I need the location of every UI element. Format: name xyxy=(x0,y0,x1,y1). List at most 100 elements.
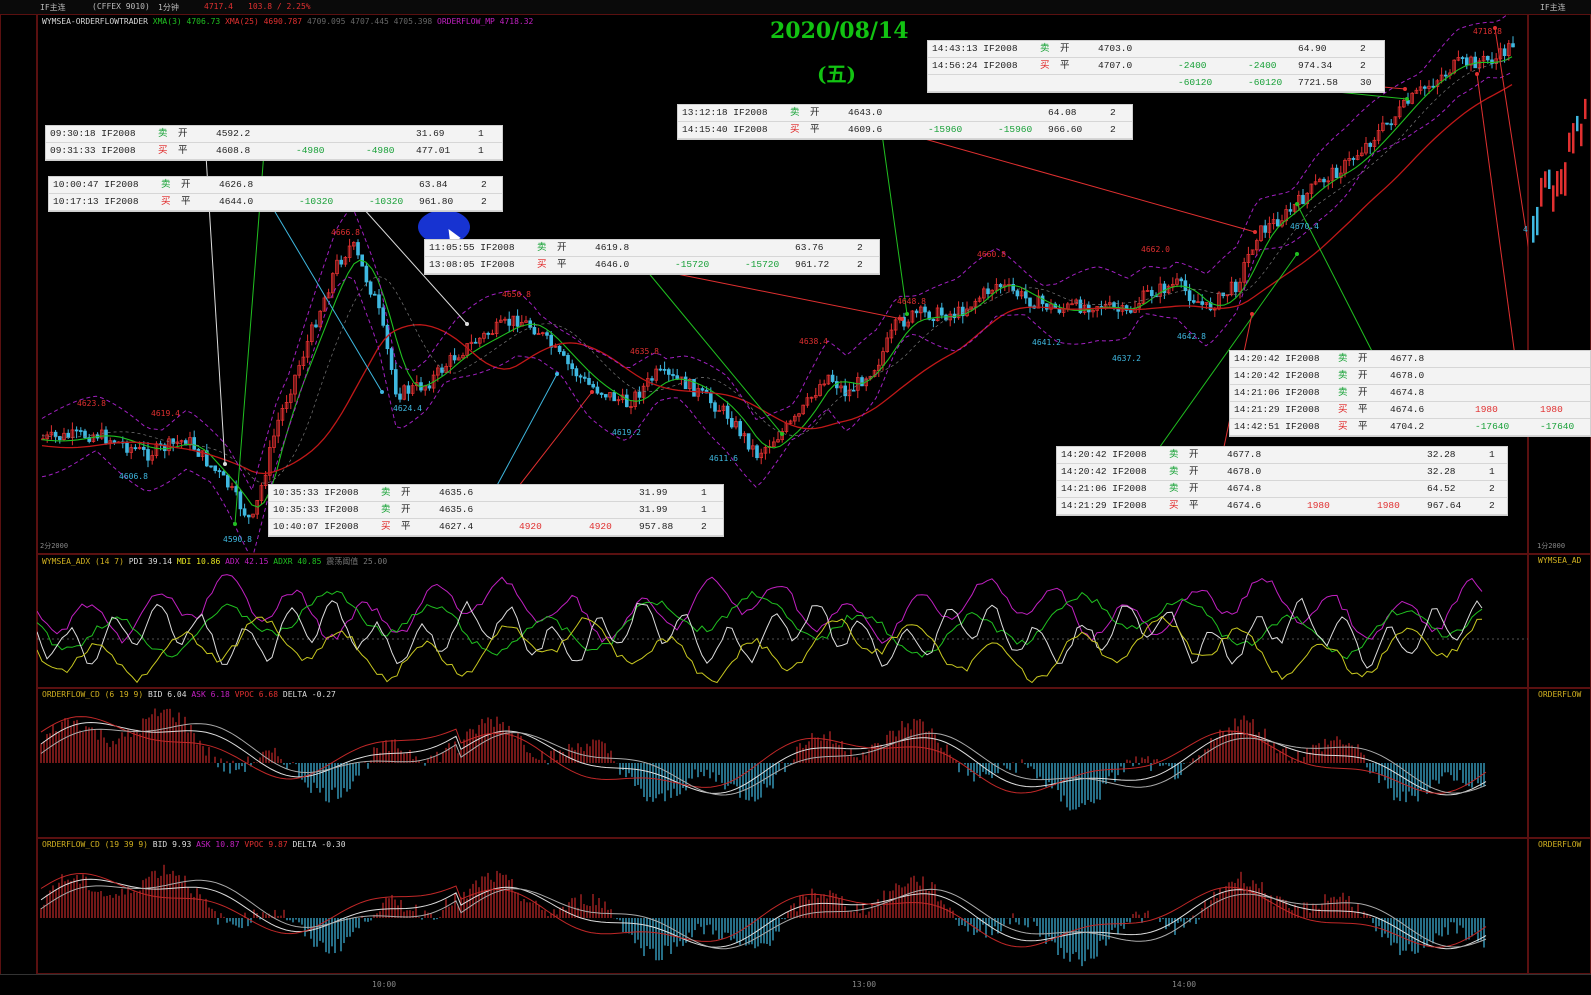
right-adx-pane[interactable] xyxy=(1528,554,1591,688)
mini-candle xyxy=(1572,123,1575,154)
trade-side: 买 xyxy=(1338,421,1348,432)
trade-arrow-head xyxy=(555,372,559,376)
trade-qty: 2 xyxy=(1489,500,1495,511)
candle-body xyxy=(79,430,83,432)
candle-body xyxy=(1179,278,1184,282)
period-select[interactable]: 1分钟 xyxy=(158,2,179,13)
candle-body xyxy=(986,288,990,295)
candle-body xyxy=(238,491,243,510)
symbol-label[interactable]: IF主连 xyxy=(40,2,66,13)
trade-val: 477.01 xyxy=(416,145,451,156)
adx-chart[interactable] xyxy=(37,554,1528,688)
trade-price: 4674.6 xyxy=(1390,404,1425,415)
trade-time: 10:35:33 IF2008 xyxy=(273,504,359,515)
trade-val: 63.76 xyxy=(795,242,824,253)
trade-pnl2: 1980 xyxy=(1377,500,1400,511)
candle-body xyxy=(1511,43,1515,48)
trade-row: 14:15:40 IF2008 买平 4609.6 -15960 -15960 966.6… xyxy=(678,122,1132,139)
candle-body xyxy=(427,385,432,389)
candle-body xyxy=(1045,303,1049,310)
right-orderflow-pane-2[interactable] xyxy=(1528,838,1591,974)
trade-act: 开 xyxy=(1189,466,1199,477)
mini-candle xyxy=(1552,185,1555,212)
candle-body xyxy=(125,442,129,453)
trade-pnl2: -4980 xyxy=(366,145,395,156)
trade-row: 14:21:29 IF2008 买平 4674.6 1980 1980 xyxy=(1230,402,1590,419)
trade-price: 4626.8 xyxy=(219,179,254,190)
candle-body xyxy=(196,448,201,457)
chart-toolbar: IF主连 (CFFEX 9010) 1分钟 4717.4 103.8 / 2.2… xyxy=(0,0,1591,15)
trade-price: 4609.6 xyxy=(848,124,883,135)
trade-qty: 2 xyxy=(857,242,863,253)
trade-time: 14:21:29 IF2008 xyxy=(1234,404,1320,415)
candle-body xyxy=(709,392,713,404)
trade-record-box: 10:35:33 IF2008 卖开 4635.6 31.99 1 10:35:33 IF… xyxy=(268,484,724,537)
price-label: 4648.8 xyxy=(897,297,926,306)
trade-row: 14:20:42 IF2008 卖开 4678.0 xyxy=(1230,368,1590,385)
adx-line xyxy=(37,615,1483,684)
trade-act: 开 xyxy=(401,487,411,498)
trade-row: 09:30:18 IF2008 卖开 4592.2 31.69 1 xyxy=(46,126,502,143)
price-label: 4637.2 xyxy=(1112,354,1141,363)
trade-row: 14:21:29 IF2008 买平 4674.6 1980 1980 967.64 2 xyxy=(1057,498,1507,515)
trade-arrow-head xyxy=(465,322,469,326)
candle-body xyxy=(1129,309,1133,313)
candle-body xyxy=(1431,85,1436,88)
orderflow-2-chart[interactable] xyxy=(37,838,1528,974)
time-tick: 13:00 xyxy=(852,980,877,989)
mini-candle xyxy=(1560,169,1563,195)
candle-body xyxy=(225,474,230,488)
trade-val: 64.90 xyxy=(1298,43,1327,54)
candle-body xyxy=(473,341,478,344)
trade-arrow-line xyxy=(1476,73,1518,372)
trade-row: 14:21:06 IF2008 卖开 4674.8 64.52 2 xyxy=(1057,481,1507,498)
trade-time: 14:56:24 IF2008 xyxy=(932,60,1018,71)
trade-time: 14:20:42 IF2008 xyxy=(1061,449,1147,460)
candle-body xyxy=(1444,74,1448,77)
candle-body xyxy=(570,363,574,370)
orderflow-1-chart[interactable] xyxy=(37,688,1528,838)
trade-row: 11:05:55 IF2008 卖开 4619.8 63.76 2 xyxy=(425,240,879,257)
right-orderflow-pane-1[interactable] xyxy=(1528,688,1591,838)
trade-arrow-head xyxy=(905,312,909,316)
trade-arrow-head xyxy=(233,522,237,526)
price-label: 4641.2 xyxy=(1032,338,1061,347)
trade-side: 卖 xyxy=(1169,466,1179,477)
candle-body xyxy=(146,449,150,461)
trade-row: 10:40:07 IF2008 买平 4627.4 4920 4920 957.88 2 xyxy=(269,519,723,536)
trade-pnl1: 1980 xyxy=(1307,500,1330,511)
candle-body xyxy=(1015,290,1020,297)
trade-arrow-head xyxy=(380,390,384,394)
trade-val: 31.99 xyxy=(639,487,668,498)
trade-row: 14:21:06 IF2008 卖开 4674.8 xyxy=(1230,385,1590,402)
trade-val: 7721.58 xyxy=(1298,77,1338,88)
trade-pnl2: 4920 xyxy=(589,521,612,532)
trade-time: 11:05:55 IF2008 xyxy=(429,242,515,253)
candle-body xyxy=(507,318,511,326)
trade-pnl2: -2400 xyxy=(1248,60,1277,71)
trade-price: 4644.0 xyxy=(219,196,254,207)
price-label: 4660.8 xyxy=(977,250,1006,259)
trade-row: 10:35:33 IF2008 卖开 4635.6 31.99 1 xyxy=(269,502,723,519)
trade-record-box: 11:05:55 IF2008 卖开 4619.8 63.76 2 13:08:05 IF… xyxy=(424,239,880,275)
right-symbol-label[interactable]: IF主连 xyxy=(1540,2,1566,13)
trade-side: 卖 xyxy=(1338,353,1348,364)
trade-side: 买 xyxy=(158,145,168,156)
candle-body xyxy=(515,315,520,327)
price-label: 4590.8 xyxy=(223,535,252,544)
trade-price: 4635.6 xyxy=(439,487,474,498)
trade-val: 31.99 xyxy=(639,504,668,515)
trade-act: 开 xyxy=(557,242,567,253)
price-label: 4619.4 xyxy=(151,409,180,418)
trade-row: -60120 -60120 7721.58 30 xyxy=(928,75,1384,92)
candle-body xyxy=(545,332,549,336)
trade-arrow-head xyxy=(1403,87,1407,91)
candle-body xyxy=(612,392,616,402)
trade-side: 卖 xyxy=(1169,449,1179,460)
trade-act: 平 xyxy=(557,259,567,270)
mini-candle xyxy=(1568,132,1571,152)
candle-body xyxy=(314,324,318,328)
trade-price: 4674.8 xyxy=(1390,387,1425,398)
trade-act: 开 xyxy=(178,128,188,139)
candle-body xyxy=(549,334,553,348)
